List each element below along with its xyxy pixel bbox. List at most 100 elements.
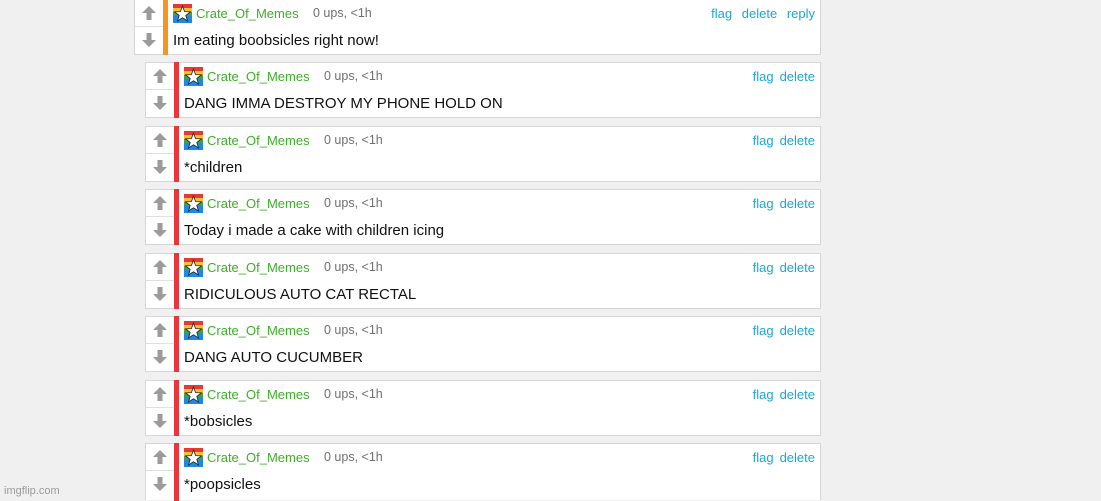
upvote-button[interactable] xyxy=(146,381,174,408)
username-link[interactable]: Crate_Of_Memes xyxy=(207,450,310,465)
delete-link[interactable]: delete xyxy=(780,260,815,275)
reply-comment: Crate_Of_Memes 0 ups, <1h flag delete DAN… xyxy=(145,316,821,372)
flag-link[interactable]: flag xyxy=(753,260,774,275)
downvote-button[interactable] xyxy=(146,217,174,243)
arrow-up-icon xyxy=(153,450,167,464)
vote-column xyxy=(135,0,164,54)
username-link[interactable]: Crate_Of_Memes xyxy=(207,260,310,275)
username-link[interactable]: Crate_Of_Memes xyxy=(207,69,310,84)
arrow-up-icon xyxy=(153,133,167,147)
star-avatar-icon[interactable] xyxy=(184,67,203,86)
arrow-up-icon xyxy=(153,196,167,210)
comment-meta: 0 ups, <1h xyxy=(324,450,383,464)
downvote-button[interactable] xyxy=(135,27,163,53)
flag-link[interactable]: flag xyxy=(753,387,774,402)
flag-link[interactable]: flag xyxy=(711,6,732,21)
delete-link[interactable]: delete xyxy=(780,323,815,338)
delete-link[interactable]: delete xyxy=(780,133,815,148)
comment-depth-bar xyxy=(174,316,179,372)
comment-depth-bar xyxy=(174,189,179,245)
upvote-button[interactable] xyxy=(146,254,174,281)
comment-text: DANG AUTO CUCUMBER xyxy=(184,349,363,366)
delete-link[interactable]: delete xyxy=(780,387,815,402)
flag-link[interactable]: flag xyxy=(753,450,774,465)
comment-text: DANG IMMA DESTROY MY PHONE HOLD ON xyxy=(184,95,503,112)
arrow-up-icon xyxy=(142,6,156,20)
comment-depth-bar xyxy=(163,0,168,55)
star-avatar-icon[interactable] xyxy=(184,194,203,213)
reply-comment: Crate_Of_Memes 0 ups, <1h flag delete *po… xyxy=(145,443,821,501)
vote-column xyxy=(146,254,175,308)
delete-link[interactable]: delete xyxy=(742,6,777,21)
star-avatar-icon[interactable] xyxy=(184,448,203,467)
comment-actions: flag delete xyxy=(747,387,815,402)
star-avatar-icon[interactable] xyxy=(184,131,203,150)
arrow-down-icon xyxy=(153,414,167,428)
downvote-button[interactable] xyxy=(146,281,174,307)
upvote-button[interactable] xyxy=(146,317,174,344)
username-link[interactable]: Crate_Of_Memes xyxy=(207,133,310,148)
arrow-up-icon xyxy=(153,323,167,337)
flag-link[interactable]: flag xyxy=(753,69,774,84)
delete-link[interactable]: delete xyxy=(780,450,815,465)
vote-column xyxy=(146,444,175,500)
comment-actions: flag delete xyxy=(747,133,815,148)
star-avatar-icon[interactable] xyxy=(184,385,203,404)
comment-depth-bar xyxy=(174,443,179,501)
comment: Crate_Of_Memes 0 ups, <1h flag delete re… xyxy=(134,0,821,55)
vote-column xyxy=(146,63,175,117)
comment-meta: 0 ups, <1h xyxy=(313,6,372,20)
flag-link[interactable]: flag xyxy=(753,196,774,211)
arrow-down-icon xyxy=(153,287,167,301)
flag-link[interactable]: flag xyxy=(753,133,774,148)
star-avatar-icon[interactable] xyxy=(173,4,192,23)
comment-meta: 0 ups, <1h xyxy=(324,387,383,401)
upvote-button[interactable] xyxy=(135,0,163,27)
arrow-down-icon xyxy=(153,477,167,491)
downvote-button[interactable] xyxy=(146,154,174,180)
downvote-button[interactable] xyxy=(146,471,174,497)
username-link[interactable]: Crate_Of_Memes xyxy=(207,387,310,402)
downvote-button[interactable] xyxy=(146,408,174,434)
comment-text: Today i made a cake with children icing xyxy=(184,222,445,239)
comment-text: *poopsicles xyxy=(184,476,261,493)
comment-actions: flag delete xyxy=(747,323,815,338)
comment-actions: flag delete xyxy=(747,196,815,211)
arrow-up-icon xyxy=(153,260,167,274)
downvote-button[interactable] xyxy=(146,344,174,370)
upvote-button[interactable] xyxy=(146,127,174,154)
delete-link[interactable]: delete xyxy=(780,196,815,211)
reply-comment: Crate_Of_Memes 0 ups, <1h flag delete *ch… xyxy=(145,126,821,182)
star-avatar-icon[interactable] xyxy=(184,258,203,277)
comment-text: RIDICULOUS AUTO CAT RECTAL xyxy=(184,286,417,303)
comment-depth-bar xyxy=(174,380,179,436)
upvote-button[interactable] xyxy=(146,63,174,90)
imgflip-watermark: imgflip.com xyxy=(4,485,60,497)
arrow-down-icon xyxy=(153,350,167,364)
upvote-button[interactable] xyxy=(146,190,174,217)
comment-actions: flag delete xyxy=(747,260,815,275)
comment-actions: flag delete xyxy=(747,450,815,465)
arrow-down-icon xyxy=(142,33,156,47)
delete-link[interactable]: delete xyxy=(780,69,815,84)
arrow-up-icon xyxy=(153,387,167,401)
comment-depth-bar xyxy=(174,126,179,182)
comment-depth-bar xyxy=(174,62,179,118)
upvote-button[interactable] xyxy=(146,444,174,471)
comment-text: Im eating boobsicles right now! xyxy=(173,32,379,49)
reply-comment: Crate_Of_Memes 0 ups, <1h flag delete *bo… xyxy=(145,380,821,436)
downvote-button[interactable] xyxy=(146,90,174,116)
reply-comment: Crate_Of_Memes 0 ups, <1h flag delete Tod… xyxy=(145,189,821,245)
reply-link[interactable]: reply xyxy=(787,6,815,21)
star-avatar-icon[interactable] xyxy=(184,321,203,340)
vote-column xyxy=(146,127,175,181)
username-link[interactable]: Crate_Of_Memes xyxy=(207,323,310,338)
username-link[interactable]: Crate_Of_Memes xyxy=(196,6,299,21)
comment-meta: 0 ups, <1h xyxy=(324,323,383,337)
flag-link[interactable]: flag xyxy=(753,323,774,338)
username-link[interactable]: Crate_Of_Memes xyxy=(207,196,310,211)
comment-meta: 0 ups, <1h xyxy=(324,260,383,274)
reply-comment: Crate_Of_Memes 0 ups, <1h flag delete DAN… xyxy=(145,62,821,118)
arrow-down-icon xyxy=(153,96,167,110)
comment-meta: 0 ups, <1h xyxy=(324,69,383,83)
